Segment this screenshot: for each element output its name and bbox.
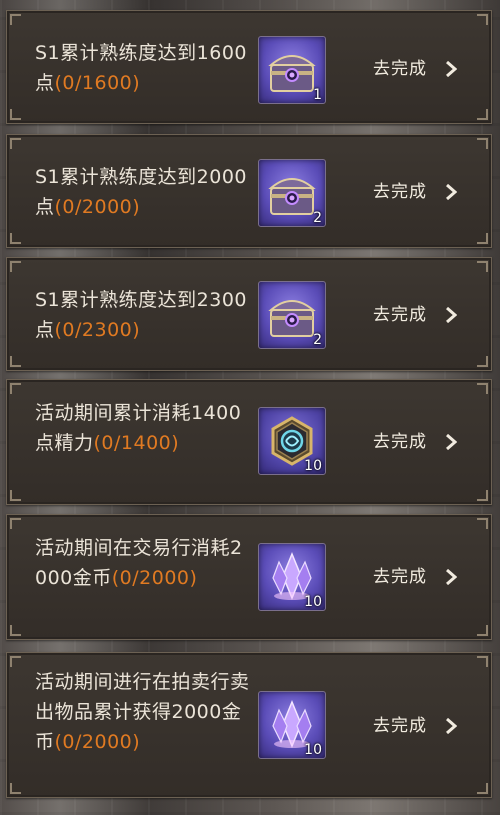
task-description: S1累计熟练度达到1600点(0/1600) — [35, 38, 250, 98]
chevron-right-icon — [446, 718, 457, 734]
reward-count: 10 — [304, 742, 322, 758]
task-description: 活动期间在交易行消耗2000金币(0/2000) — [35, 533, 250, 593]
reward-count: 2 — [313, 332, 322, 348]
go-complete-button[interactable]: 去完成 — [367, 425, 467, 459]
reward-item[interactable]: 2 — [258, 281, 326, 349]
task-progress: (0/2300) — [54, 319, 141, 341]
reward-count: 2 — [313, 210, 322, 226]
go-complete-label: 去完成 — [373, 716, 427, 736]
reward-count: 10 — [304, 594, 322, 610]
reward-count: 1 — [313, 87, 322, 103]
go-complete-button[interactable]: 去完成 — [367, 52, 467, 86]
task-progress: (0/1600) — [54, 72, 141, 94]
task-list: S1累计熟练度达到1600点(0/1600) 1 去完成 S1累计熟练度达到20… — [0, 0, 500, 815]
task-card: S1累计熟练度达到1600点(0/1600) 1 去完成 — [6, 10, 492, 124]
task-card: S1累计熟练度达到2300点(0/2300) 2 去完成 — [6, 257, 492, 371]
task-progress: (0/1400) — [93, 432, 180, 454]
task-progress: (0/2000) — [54, 196, 141, 218]
chevron-right-icon — [446, 307, 457, 323]
go-complete-button[interactable]: 去完成 — [367, 709, 467, 743]
task-card: S1累计熟练度达到2000点(0/2000) 2 去完成 — [6, 134, 492, 248]
chevron-right-icon — [446, 434, 457, 450]
task-description: S1累计熟练度达到2300点(0/2300) — [35, 285, 250, 345]
task-card: 活动期间在交易行消耗2000金币(0/2000) 10 去完成 — [6, 514, 492, 640]
go-complete-label: 去完成 — [373, 432, 427, 452]
task-progress: (0/2000) — [111, 567, 198, 589]
go-complete-button[interactable]: 去完成 — [367, 560, 467, 594]
go-complete-label: 去完成 — [373, 59, 427, 79]
go-complete-button[interactable]: 去完成 — [367, 175, 467, 209]
task-description: 活动期间累计消耗1400点精力(0/1400) — [35, 398, 250, 458]
go-complete-label: 去完成 — [373, 305, 427, 325]
task-card: 活动期间累计消耗1400点精力(0/1400) 10 去完成 — [6, 379, 492, 505]
chevron-right-icon — [446, 569, 457, 585]
reward-item[interactable]: 10 — [258, 543, 326, 611]
go-complete-label: 去完成 — [373, 567, 427, 587]
reward-item[interactable]: 1 — [258, 36, 326, 104]
go-complete-button[interactable]: 去完成 — [367, 298, 467, 332]
chevron-right-icon — [446, 61, 457, 77]
go-complete-label: 去完成 — [373, 182, 427, 202]
reward-item[interactable]: 10 — [258, 407, 326, 475]
reward-count: 10 — [304, 458, 322, 474]
task-description: S1累计熟练度达到2000点(0/2000) — [35, 162, 250, 222]
task-description: 活动期间进行在拍卖行卖出物品累计获得2000金币(0/2000) — [35, 667, 250, 757]
chevron-right-icon — [446, 184, 457, 200]
task-progress: (0/2000) — [54, 731, 141, 753]
task-card: 活动期间进行在拍卖行卖出物品累计获得2000金币(0/2000) 10 去完成 — [6, 652, 492, 798]
reward-item[interactable]: 2 — [258, 159, 326, 227]
reward-item[interactable]: 10 — [258, 691, 326, 759]
